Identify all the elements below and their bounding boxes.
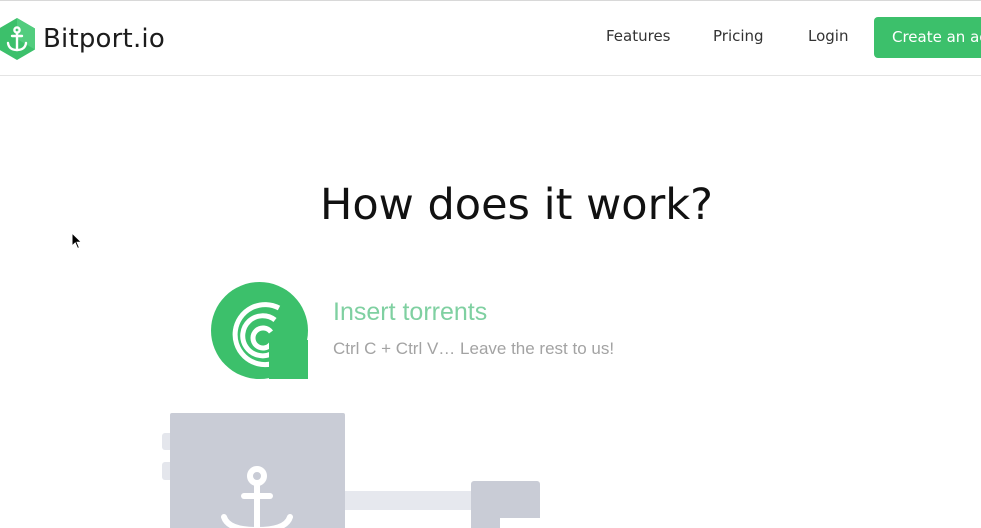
illustration-anchor-icon xyxy=(221,466,293,528)
illustration xyxy=(162,413,540,528)
logo-text: Bitport.io xyxy=(43,24,165,54)
illustration-notch xyxy=(500,518,540,528)
logo-tld: .io xyxy=(132,24,165,54)
nav-login[interactable]: Login xyxy=(808,27,848,45)
cursor-icon xyxy=(71,232,83,250)
logo-brand: Bitport xyxy=(43,24,133,54)
create-account-button[interactable]: Create an account xyxy=(874,17,981,58)
anchor-icon xyxy=(0,18,35,60)
illustration-tab-1 xyxy=(162,433,176,450)
step-title: Insert torrents xyxy=(333,298,488,326)
illustration-tab-2 xyxy=(162,462,176,480)
step-description: Ctrl C + Ctrl V… Leave the rest to us! xyxy=(333,339,615,358)
illustration-connector xyxy=(345,491,472,510)
section-title: How does it work? xyxy=(320,180,713,230)
illustration-server-box xyxy=(170,413,345,528)
site-logo[interactable]: Bitport.io xyxy=(0,15,165,63)
nav-pricing[interactable]: Pricing xyxy=(713,27,764,45)
illustration-small-box xyxy=(471,481,540,528)
site-header: Bitport.io Features Pricing Login Create… xyxy=(0,1,981,76)
torrent-icon xyxy=(211,282,308,379)
nav-features[interactable]: Features xyxy=(606,27,671,45)
